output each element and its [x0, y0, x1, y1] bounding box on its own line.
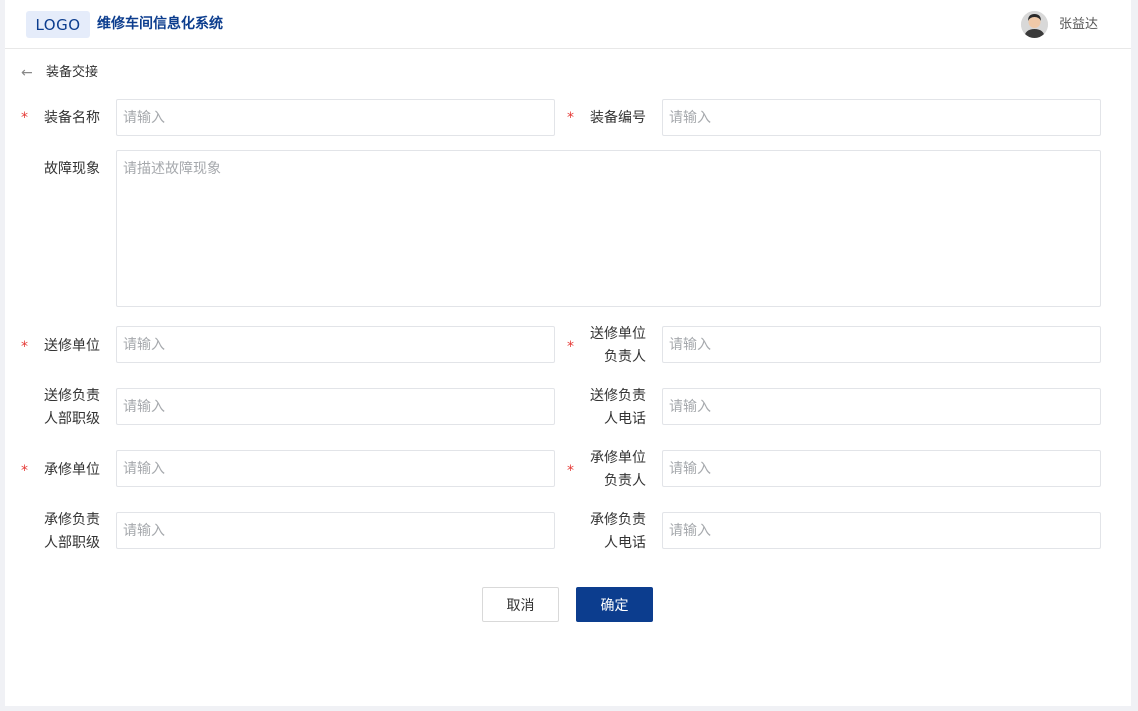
logo: LOGO — [26, 11, 90, 38]
repair-unit-leader-input[interactable] — [662, 450, 1101, 487]
send-leader-rank-label-line1: 送修负责 — [44, 388, 100, 404]
equipment-no-input[interactable] — [662, 99, 1101, 136]
send-leader-phone-input[interactable] — [662, 388, 1101, 425]
cancel-button[interactable]: 取消 — [482, 587, 559, 622]
confirm-button[interactable]: 确定 — [576, 587, 653, 622]
send-unit-leader-input[interactable] — [662, 326, 1101, 363]
repair-unit-leader-label-line2: 负责人 — [604, 473, 646, 489]
back-arrow-icon[interactable]: ← — [21, 63, 33, 83]
repair-leader-phone-input[interactable] — [662, 512, 1101, 549]
equipment-name-label: 装备名称 — [44, 110, 100, 126]
app-title: 维修车间信息化系统 — [97, 16, 223, 32]
user-name[interactable]: 张益达 — [1059, 16, 1098, 34]
send-leader-phone-label-line1: 送修负责 — [590, 388, 646, 404]
send-leader-rank-label-line2: 人部职级 — [44, 411, 100, 427]
repair-leader-phone-label-line2: 人电话 — [604, 535, 646, 551]
top-header: LOGO 维修车间信息化系统 张益达 — [5, 0, 1131, 49]
equipment-name-input[interactable] — [116, 99, 555, 136]
page-title: 装备交接 — [46, 65, 99, 80]
send-leader-phone-label-line2: 人电话 — [604, 411, 646, 427]
repair-unit-input[interactable] — [116, 450, 555, 487]
avatar[interactable] — [1021, 11, 1048, 38]
repair-leader-rank-input[interactable] — [116, 512, 555, 549]
fault-textarea[interactable] — [116, 150, 1101, 307]
repair-unit-leader-label-line1: 承修单位 — [590, 450, 646, 466]
repair-leader-phone-label-line1: 承修负责 — [590, 512, 646, 528]
page: LOGO 维修车间信息化系统 张益达 ← 装备交接 * 装备名称 * 装备编号 … — [5, 0, 1131, 706]
fault-label: 故障现象 — [44, 161, 100, 177]
equipment-no-label: 装备编号 — [590, 110, 646, 126]
send-leader-rank-input[interactable] — [116, 388, 555, 425]
user-avatar-icon — [1021, 11, 1048, 38]
repair-leader-rank-label-line1: 承修负责 — [44, 512, 100, 528]
send-unit-leader-label-line2: 负责人 — [604, 349, 646, 365]
send-unit-label: 送修单位 — [44, 338, 100, 354]
send-unit-input[interactable] — [116, 326, 555, 363]
repair-leader-rank-label-line2: 人部职级 — [44, 535, 100, 551]
repair-unit-label: 承修单位 — [44, 462, 100, 478]
send-unit-leader-label-line1: 送修单位 — [590, 326, 646, 342]
